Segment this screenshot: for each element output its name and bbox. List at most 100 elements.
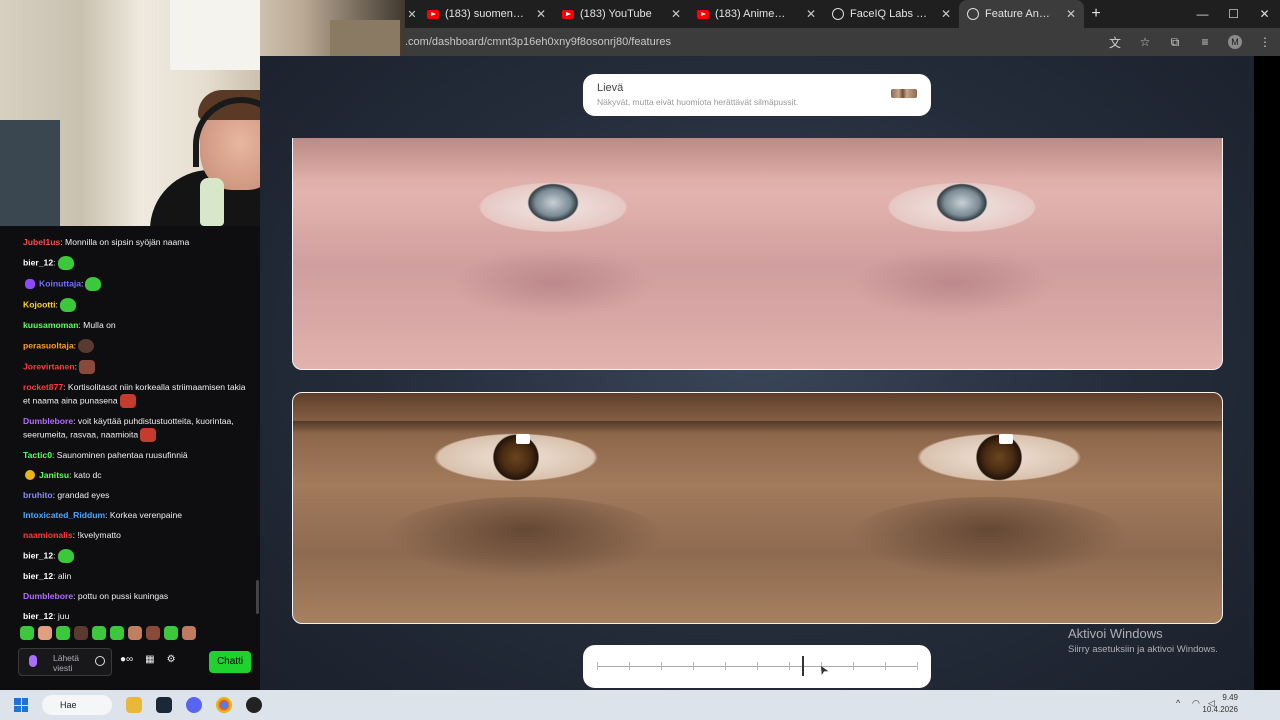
maximize-icon[interactable]: ☐ bbox=[1218, 7, 1249, 21]
faceiq-favicon-icon bbox=[967, 8, 979, 20]
start-button-icon[interactable] bbox=[14, 698, 28, 712]
slider-tick[interactable] bbox=[757, 662, 758, 670]
chat-username[interactable]: Jubel1us bbox=[23, 237, 60, 247]
emote-icon[interactable] bbox=[182, 626, 196, 640]
emote-picker-row bbox=[20, 626, 196, 640]
browser-tab[interactable]: (183) YouTube ✕ bbox=[554, 0, 689, 28]
discord-icon[interactable] bbox=[186, 697, 202, 713]
chat-username[interactable]: bier_12 bbox=[23, 257, 53, 267]
emote-icon[interactable] bbox=[38, 626, 52, 640]
chat-scrollbar[interactable] bbox=[256, 580, 259, 614]
severity-slider[interactable]: ➤ bbox=[583, 645, 931, 688]
chat-text: : Korkea verenpaine bbox=[105, 509, 183, 520]
taskbar-search[interactable]: Hae bbox=[42, 695, 112, 715]
slider-tick[interactable] bbox=[629, 662, 630, 670]
chat-text: : Mulla on bbox=[78, 319, 116, 330]
clock-date: 10.4.2026 bbox=[1202, 705, 1238, 714]
chat-username[interactable]: Dumblebore bbox=[23, 591, 73, 601]
slider-tick[interactable] bbox=[789, 662, 790, 670]
file-explorer-icon[interactable] bbox=[126, 697, 142, 713]
tab-close-icon[interactable]: ✕ bbox=[665, 7, 681, 21]
chat-message: Dumblebore: voit käyttää puhdistustuotte… bbox=[12, 411, 248, 445]
youtube-favicon-icon bbox=[697, 9, 709, 19]
chat-input[interactable]: Lähetä viesti bbox=[18, 648, 112, 676]
chat-send-button[interactable]: Chatti bbox=[209, 651, 251, 673]
chat-text: : Monnilla on sipsin syöjän naama bbox=[60, 236, 190, 247]
emote-icon[interactable] bbox=[20, 626, 34, 640]
profile-avatar[interactable]: M bbox=[1228, 35, 1242, 49]
translate-icon[interactable]: 文 bbox=[1100, 34, 1130, 51]
tab-close-icon[interactable]: ✕ bbox=[1060, 7, 1076, 21]
chat-emote-icon bbox=[78, 359, 95, 374]
emote-icon[interactable] bbox=[164, 626, 178, 640]
tab-close-icon[interactable]: ✕ bbox=[935, 7, 951, 21]
emote-icon[interactable] bbox=[146, 626, 160, 640]
chat-username[interactable]: Kojootti bbox=[23, 299, 55, 309]
taskbar-clock[interactable]: 9.49 10.4.2026 bbox=[1202, 692, 1238, 716]
minimize-icon[interactable]: — bbox=[1187, 7, 1218, 21]
window-close-icon[interactable]: ✕ bbox=[1249, 7, 1280, 21]
chrome-icon[interactable] bbox=[216, 697, 232, 713]
chat-username[interactable]: Dumblebore bbox=[23, 416, 73, 426]
slider-tick[interactable] bbox=[853, 662, 854, 670]
new-tab-button[interactable]: + bbox=[1084, 5, 1108, 23]
microphone-icon[interactable] bbox=[29, 655, 37, 667]
chat-username[interactable]: bier_12 bbox=[23, 611, 53, 621]
obs-icon[interactable] bbox=[246, 697, 262, 713]
settings-gear-icon[interactable]: ⚙ bbox=[167, 654, 176, 665]
chat-username[interactable]: Intoxicated_Riddum bbox=[23, 510, 105, 520]
chat-username[interactable]: bier_12 bbox=[23, 550, 53, 560]
chat-username[interactable]: rocket877 bbox=[23, 382, 63, 392]
browser-tab[interactable]: Feature Analysis – FaceIQ ✕ bbox=[959, 0, 1084, 28]
chat-message: naamionalis: !kvelymatto bbox=[12, 525, 248, 545]
emote-icon[interactable] bbox=[74, 626, 88, 640]
bookmark-star-icon[interactable]: ☆ bbox=[1130, 35, 1160, 49]
tray-chevron-icon[interactable]: ^ bbox=[1176, 698, 1186, 708]
chat-message: Kojootti: bbox=[12, 294, 248, 315]
slider-tick[interactable] bbox=[885, 662, 886, 670]
menu-dots-icon[interactable]: ⋮ bbox=[1250, 35, 1280, 49]
tab-close-icon[interactable]: ✕ bbox=[405, 8, 419, 21]
browser-tab[interactable]: (183) suomen vahvin - Yo ✕ bbox=[419, 0, 554, 28]
slider-handle[interactable] bbox=[801, 656, 804, 676]
wifi-icon[interactable]: ◠ bbox=[1192, 698, 1202, 708]
browser-tab[interactable]: FaceIQ Labs - The Self-Im ✕ bbox=[824, 0, 959, 28]
eye-lashes bbox=[293, 420, 1222, 435]
emoji-icon[interactable] bbox=[95, 656, 105, 666]
emote-icon[interactable] bbox=[128, 626, 142, 640]
slider-tick[interactable] bbox=[597, 662, 598, 670]
chat-message: bier_12: bbox=[12, 545, 248, 566]
tab-title: (183) YouTube bbox=[580, 8, 652, 20]
chat-username[interactable]: kuusamoman bbox=[23, 320, 78, 330]
chat-username[interactable]: Koinuttaja bbox=[39, 278, 81, 288]
chat-username[interactable]: bruhito bbox=[23, 490, 53, 500]
cam-bottle bbox=[200, 178, 224, 226]
severity-description: Näkyvät, mutta eivät huomiota herättävät… bbox=[597, 97, 799, 107]
slider-tick[interactable] bbox=[725, 662, 726, 670]
tab-title: FaceIQ Labs - The Self-Im bbox=[850, 8, 929, 20]
emote-icon[interactable] bbox=[56, 626, 70, 640]
slider-tick[interactable] bbox=[661, 662, 662, 670]
emote-icon[interactable] bbox=[110, 626, 124, 640]
media-icon[interactable]: ≡ bbox=[1190, 35, 1220, 49]
chat-username[interactable]: perasuoltaja bbox=[23, 340, 74, 350]
eye-bag-left bbox=[450, 248, 656, 319]
chat-username[interactable]: Jorevirtanen bbox=[23, 361, 75, 371]
slider-tick[interactable] bbox=[693, 662, 694, 670]
emote-icon[interactable] bbox=[92, 626, 106, 640]
chat-username[interactable]: bier_12 bbox=[23, 571, 53, 581]
url-field[interactable]: .com/dashboard/cmnt3p16eh0xny9f8osonrj80… bbox=[405, 36, 1100, 48]
chat-username[interactable]: Janitsu bbox=[39, 470, 69, 480]
slider-tick[interactable] bbox=[917, 662, 918, 670]
youtube-favicon-icon bbox=[427, 9, 439, 19]
tab-close-icon[interactable]: ✕ bbox=[530, 7, 546, 21]
browser-tab[interactable]: (183) Animemörtti käy kä ✕ bbox=[689, 0, 824, 28]
chat-username[interactable]: naamionalis bbox=[23, 530, 73, 540]
chat-placeholder: Lähetä viesti bbox=[53, 653, 79, 673]
channel-points-icon[interactable]: ●∞ bbox=[120, 654, 133, 665]
extensions-icon[interactable]: ⧉ bbox=[1160, 35, 1190, 50]
chat-username[interactable]: Tactic0 bbox=[23, 450, 52, 460]
steam-icon[interactable] bbox=[156, 697, 172, 713]
tab-close-icon[interactable]: ✕ bbox=[800, 7, 816, 21]
store-icon[interactable]: ▦ bbox=[145, 654, 154, 665]
